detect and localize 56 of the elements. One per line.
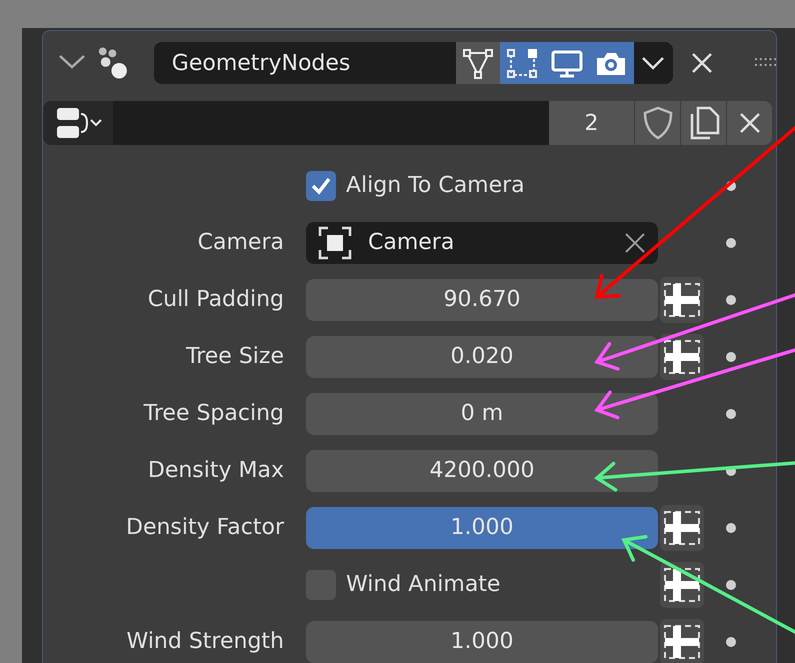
number-field[interactable]: 90.670 (306, 278, 658, 320)
caret-icon (641, 56, 666, 70)
field-label: Cull Padding (148, 287, 284, 312)
unlink-button[interactable] (726, 101, 772, 145)
field-label: Tree Spacing (144, 401, 284, 426)
checkbox-label: Wind Animate (346, 571, 500, 599)
attribute-toggle-button[interactable] (660, 334, 704, 380)
field-label: Density Factor (126, 515, 284, 540)
fake-user-button[interactable] (634, 101, 680, 145)
vertex-triangle-icon (461, 47, 496, 79)
modifier-name-field[interactable]: GeometryNodes (154, 42, 456, 84)
object-icon (318, 226, 352, 260)
attribute-toggle-button[interactable] (660, 618, 704, 663)
clear-icon[interactable] (624, 232, 646, 254)
checkbox-label: Align To Camera (346, 172, 525, 200)
node-group-field[interactable] (113, 101, 549, 145)
keyframe-dot[interactable] (726, 294, 736, 304)
attribute-icon (663, 624, 701, 660)
checkmark-icon (310, 176, 332, 196)
number-field[interactable]: 1.000 (306, 620, 658, 662)
shield-icon (642, 106, 672, 140)
attribute-icon (663, 566, 701, 602)
user-count[interactable]: 2 (549, 101, 634, 145)
number-field[interactable]: 1.000 (306, 506, 658, 548)
checkbox[interactable] (306, 170, 336, 200)
keyframe-dot[interactable] (726, 580, 736, 590)
keyframe-dot[interactable] (726, 408, 736, 418)
number-field[interactable]: 4200.000 (306, 450, 658, 492)
keyframe-dot[interactable] (726, 522, 736, 532)
keyframe-dot[interactable] (726, 352, 736, 362)
object-field[interactable]: Camera (306, 222, 658, 264)
field-label: Camera (198, 230, 284, 255)
attribute-toggle-button[interactable] (660, 562, 704, 608)
dropdown-button[interactable] (634, 42, 673, 84)
toggle-button[interactable] (589, 42, 634, 84)
drag-handle-icon[interactable] (754, 58, 776, 68)
field-label: Tree Size (186, 344, 284, 369)
edit-mode-icon (506, 47, 540, 79)
attribute-icon (663, 282, 701, 318)
close-button[interactable] (690, 52, 713, 74)
keyframe-dot[interactable] (726, 238, 736, 248)
toggle-button[interactable] (456, 42, 500, 84)
attribute-icon (663, 338, 701, 374)
close-icon (738, 112, 760, 134)
field-label: Density Max (148, 458, 284, 483)
keyframe-dot[interactable] (726, 636, 736, 646)
node-group-browse-button[interactable] (43, 101, 113, 145)
attribute-icon (663, 510, 701, 546)
duplicate-button[interactable] (680, 101, 726, 145)
field-label: Wind Strength (126, 629, 284, 654)
attribute-toggle-button[interactable] (660, 504, 704, 550)
toggle-button[interactable] (500, 42, 545, 84)
close-icon (690, 52, 713, 74)
attribute-toggle-button[interactable] (660, 276, 704, 322)
number-field[interactable]: 0 m (306, 392, 658, 434)
number-field[interactable]: 0.020 (306, 336, 658, 378)
